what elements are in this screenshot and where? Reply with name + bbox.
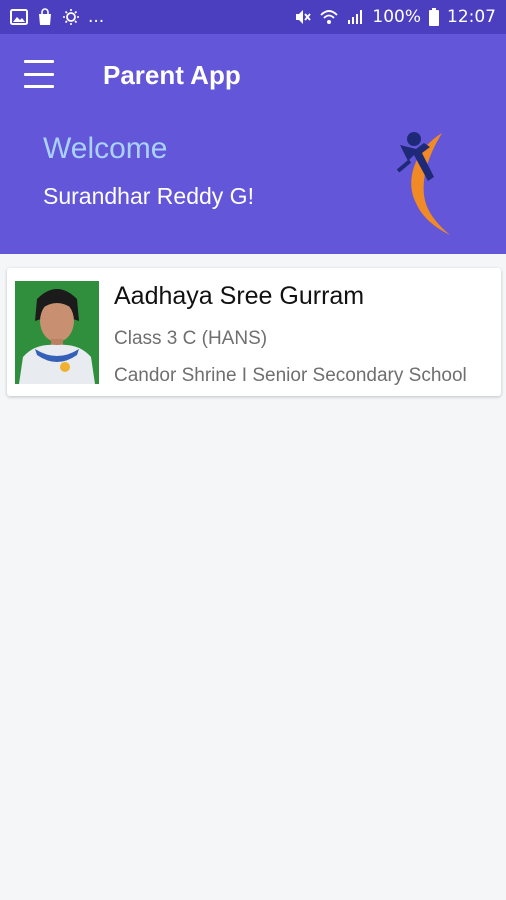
wifi-icon: [320, 10, 339, 24]
status-right: 100% 12:07: [294, 7, 496, 27]
mute-icon: [296, 10, 312, 24]
student-card[interactable]: Aadhaya Sree Gurram Class 3 C (HANS) Can…: [7, 268, 501, 396]
sun-icon: [63, 9, 79, 25]
signal-icon: [348, 10, 363, 24]
menu-icon[interactable]: [24, 60, 54, 88]
battery-percent: 100%: [372, 7, 421, 27]
shopping-bag-icon: [39, 8, 51, 25]
app-title: Parent App: [103, 60, 241, 90]
user-name: Surandhar Reddy G!: [43, 183, 254, 209]
status-overflow: ...: [88, 7, 105, 27]
status-time: 12:07: [447, 7, 496, 27]
status-left: ...: [10, 7, 104, 27]
app-header: Parent App Welcome Surandhar Reddy G!: [0, 34, 506, 254]
student-school: Candor Shrine I Senior Secondary School: [114, 365, 467, 386]
student-class: Class 3 C (HANS): [114, 328, 268, 349]
school-logo: [396, 132, 450, 235]
student-name: Aadhaya Sree Gurram: [114, 282, 365, 310]
status-bar: ... 100% 12:07: [0, 0, 506, 34]
image-icon: [10, 9, 28, 25]
battery-icon: [429, 8, 439, 26]
student-photo: [15, 281, 99, 384]
welcome-text: Welcome: [43, 132, 168, 165]
